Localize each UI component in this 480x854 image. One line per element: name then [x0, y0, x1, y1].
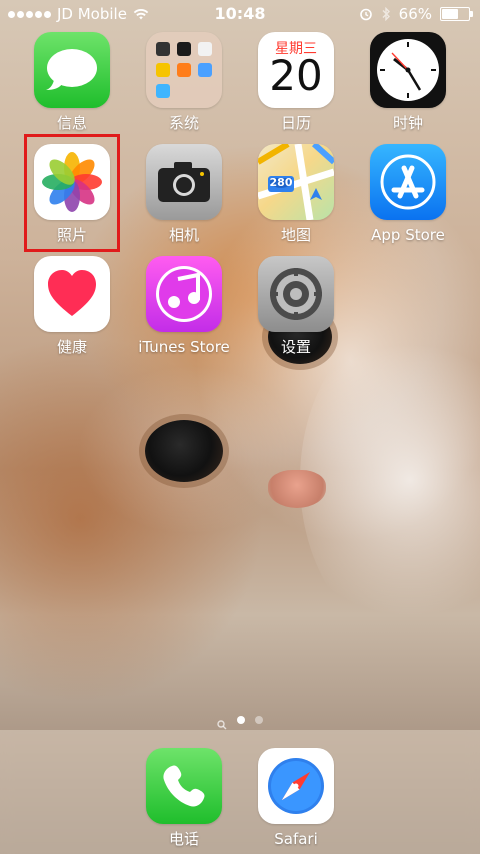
- folder-icon: [146, 32, 222, 108]
- app-label: 地图: [280, 226, 311, 244]
- app-settings[interactable]: 设置: [241, 256, 351, 356]
- calendar-day: 20: [269, 51, 323, 100]
- battery-icon: [440, 7, 473, 21]
- camera-icon: [146, 144, 222, 220]
- app-label: 系统: [168, 114, 199, 132]
- page-indicator[interactable]: [0, 715, 480, 730]
- dock-app-phone[interactable]: 电话: [129, 748, 239, 848]
- app-label: 信息: [56, 114, 87, 132]
- app-app-store[interactable]: App Store: [353, 144, 463, 244]
- status-bar-right: 66%: [359, 5, 473, 23]
- dock: 电话 Safari: [0, 730, 480, 854]
- messages-icon: [34, 32, 110, 108]
- app-photos[interactable]: 照片: [17, 144, 127, 244]
- phone-icon: [146, 748, 222, 824]
- home-screen: JD Mobile 10:48 66% 信息 系统 星期三 20 日历 时钟 照…: [0, 0, 480, 854]
- app-folder-system[interactable]: 系统: [129, 32, 239, 132]
- bluetooth-icon: [382, 7, 390, 21]
- calendar-icon: 星期三 20: [258, 32, 334, 108]
- maps-icon: 280: [258, 144, 334, 220]
- app-messages[interactable]: 信息: [17, 32, 127, 132]
- settings-icon: [258, 256, 334, 332]
- clock-icon: [370, 32, 446, 108]
- app-label: 相机: [168, 226, 199, 244]
- app-label: 设置: [280, 338, 311, 356]
- app-maps[interactable]: 280 地图: [241, 144, 351, 244]
- health-icon: [34, 256, 110, 332]
- app-label: 电话: [168, 830, 199, 848]
- app-calendar[interactable]: 星期三 20 日历: [241, 32, 351, 132]
- app-label: 健康: [56, 338, 87, 356]
- route-sign-text: 280: [269, 176, 293, 189]
- app-itunes-store[interactable]: iTunes Store: [129, 256, 239, 356]
- page-dot-2: [255, 716, 263, 724]
- alarm-icon: [359, 8, 372, 21]
- app-label: App Store: [371, 226, 445, 244]
- wallpaper-cat-nose: [268, 470, 326, 508]
- wallpaper-fur-highlight: [300, 320, 480, 640]
- app-label: 时钟: [392, 114, 423, 132]
- battery-fill: [442, 9, 458, 19]
- status-bar: JD Mobile 10:48 66%: [0, 0, 480, 28]
- app-camera[interactable]: 相机: [129, 144, 239, 244]
- itunes-store-icon: [146, 256, 222, 332]
- wallpaper-cat-eye-left: [145, 420, 223, 482]
- battery-percent: 66%: [398, 5, 432, 23]
- spotlight-search-icon: [217, 715, 227, 730]
- app-label: Safari: [274, 830, 318, 848]
- safari-icon: [258, 748, 334, 824]
- app-label: 日历: [280, 114, 311, 132]
- app-label: iTunes Store: [138, 338, 230, 356]
- page-dot-1: [237, 716, 245, 724]
- app-health[interactable]: 健康: [17, 256, 127, 356]
- app-label: 照片: [56, 226, 87, 244]
- app-store-icon: [370, 144, 446, 220]
- photos-icon: [34, 144, 110, 220]
- dock-app-safari[interactable]: Safari: [241, 748, 351, 848]
- app-clock[interactable]: 时钟: [353, 32, 463, 132]
